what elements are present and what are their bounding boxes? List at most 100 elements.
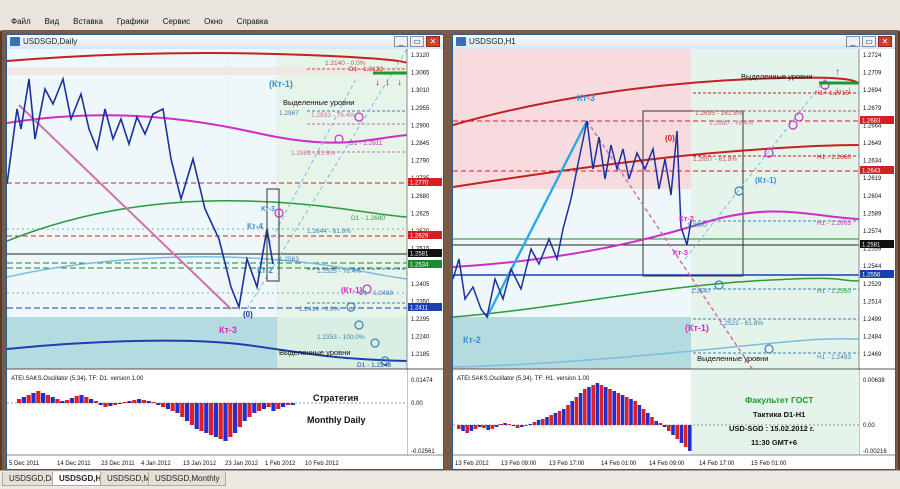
chart-tab[interactable]: USDSGD,Monthly xyxy=(148,472,227,486)
down-arrow-icon: ↓ xyxy=(385,77,390,88)
price-tag-label: 1.2411 xyxy=(410,306,429,312)
price-scale-label: 1.2724 xyxy=(863,53,882,59)
histogram-bar xyxy=(520,425,524,427)
histogram-bar xyxy=(490,425,495,429)
histogram-bar xyxy=(31,393,36,403)
histogram-bar xyxy=(185,403,190,421)
price-scale-label: 1.2240 xyxy=(411,335,430,341)
plot-area-daily[interactable]: ↓ ↓ ↓ 1.3140 - 0.0% D1 - 1.3132 1.2967 1… xyxy=(6,48,443,469)
price-scale-label: 1.2529 xyxy=(863,282,882,288)
price-scale-label: 1.2634 xyxy=(863,159,882,165)
price-scale-label: 1.3010 xyxy=(411,88,430,94)
chart-window-h1[interactable]: USDSGD,H1 _ ▭ ✕ ↑ ↓ ↓ ↓ H1 - 1.2715 1.26… xyxy=(452,34,896,470)
minimize-button[interactable]: _ xyxy=(394,36,408,47)
level-label: D1 - 1.3132 xyxy=(349,66,383,73)
histogram-bar xyxy=(641,409,646,425)
menu-item[interactable]: Сервис xyxy=(156,16,197,28)
histogram-bar xyxy=(26,395,31,403)
histogram-bar xyxy=(189,403,194,425)
wave-label: Кт-2 xyxy=(679,214,694,223)
level-label: 1.2695 - 161.8% xyxy=(695,110,743,117)
histogram-bar xyxy=(252,403,257,413)
histogram-bar xyxy=(180,403,185,417)
histogram-bar xyxy=(515,425,520,428)
menu-item[interactable]: Окно xyxy=(197,16,230,28)
chart-window-daily[interactable]: USDSGD,Daily _ ▭ ✕ ↓ ↓ ↓ 1.3140 - 0.0% D… xyxy=(6,34,444,470)
histogram-bar xyxy=(204,403,209,433)
wave-label: (Кт-1) xyxy=(341,286,363,295)
menu-item[interactable]: Вид xyxy=(38,16,66,28)
chart-window-icon xyxy=(10,37,20,46)
price-scale-label: 1.2484 xyxy=(863,335,882,341)
time-axis-label: 10 Feb 2012 xyxy=(305,461,339,467)
histogram-bar xyxy=(562,409,566,425)
strategy-text: Стратегия xyxy=(313,393,358,403)
price-scale-label: 1.2694 xyxy=(863,88,882,94)
histogram-bar xyxy=(625,397,629,425)
level-label: H1 - 1.2715 xyxy=(815,90,849,97)
time-axis-label: 23 Dec 2011 xyxy=(101,461,135,467)
price-scale-label: 1.2619 xyxy=(863,176,882,182)
wave-label: Кт-4 xyxy=(247,222,263,231)
menu-item[interactable]: Вставка xyxy=(66,16,110,28)
level-label: D1 - 1.2690 xyxy=(351,215,385,222)
price-scale-label: 1.2680 xyxy=(411,194,430,200)
menu-item[interactable]: Справка xyxy=(230,16,275,28)
menu-item[interactable]: Графики xyxy=(110,16,156,28)
level-label: 1.2933 - 76.4% xyxy=(311,112,355,119)
histogram-bar xyxy=(541,419,545,425)
price-tag-label: 1.2581 xyxy=(862,243,881,249)
histogram-bar xyxy=(646,413,650,425)
price-scale-label: 1.3120 xyxy=(411,53,430,59)
histogram-bar xyxy=(74,396,79,403)
histogram-bar xyxy=(473,425,478,429)
price-scale-label: 1.2604 xyxy=(863,194,882,200)
histogram-bar xyxy=(285,403,290,405)
time-axis-label: 5 Dec 2011 xyxy=(9,461,40,467)
window-titlebar-h1[interactable]: USDSGD,H1 _ ▭ ✕ xyxy=(453,35,895,50)
chart-window-icon xyxy=(456,37,466,46)
histogram-bar xyxy=(679,425,684,443)
level-label: H1 - 1.2660 xyxy=(817,154,851,161)
histogram-bar xyxy=(553,413,558,425)
histogram-bar xyxy=(570,401,574,425)
histogram-bar xyxy=(84,397,89,403)
restore-button[interactable]: ▭ xyxy=(410,36,424,47)
mdi-client-area: USDSGD,Daily _ ▭ ✕ ↓ ↓ ↓ 1.3140 - 0.0% D… xyxy=(2,30,898,470)
histogram-bar xyxy=(482,425,486,428)
close-button[interactable]: ✕ xyxy=(426,36,440,47)
histogram-bar xyxy=(218,403,223,439)
daily-chart-svg[interactable]: ↓ ↓ ↓ 1.3140 - 0.0% D1 - 1.3132 1.2967 1… xyxy=(6,48,443,469)
window-titlebar-daily[interactable]: USDSGD,Daily _ ▭ ✕ xyxy=(7,35,443,50)
menu-items: Файл Вид Вставка Графики Сервис Окно Справка xyxy=(4,16,275,28)
h1-chart-svg[interactable]: ↑ ↓ ↓ ↓ H1 - 1.2715 1.2695 - 161.8% 1.26… xyxy=(452,49,895,469)
histogram-bar xyxy=(595,383,600,425)
histogram-bar xyxy=(591,385,595,425)
minimize-button[interactable]: _ xyxy=(846,36,860,47)
histogram-bar xyxy=(117,403,122,404)
plot-area-h1[interactable]: ↑ ↓ ↓ ↓ H1 - 1.2715 1.2695 - 161.8% 1.26… xyxy=(452,49,895,469)
menu-item[interactable]: Файл xyxy=(4,16,38,28)
level-label: 1.2414 - 0.0% xyxy=(299,306,340,313)
level-label: 1.2680 - 76.4% xyxy=(709,120,753,127)
level-label: 1.2522 - 61.8% xyxy=(719,320,763,327)
histogram-bar xyxy=(223,403,228,441)
histogram-bar xyxy=(578,393,583,425)
time-axis-label: 14 Feb 09:00 xyxy=(649,461,685,467)
annotation-text: Выделенные уровни xyxy=(697,354,769,363)
close-button[interactable]: ✕ xyxy=(878,36,892,47)
level-label: D1 - 1.2911 xyxy=(349,140,383,147)
restore-button[interactable]: ▭ xyxy=(862,36,876,47)
histogram-bar xyxy=(146,401,151,403)
histogram-bar xyxy=(574,397,579,425)
level-label: 1.2600 xyxy=(687,222,707,229)
histogram-bar xyxy=(98,403,103,405)
histogram-bar xyxy=(281,403,286,407)
histogram-bar xyxy=(132,400,137,403)
histogram-bar xyxy=(524,425,528,426)
histogram-bar xyxy=(499,424,503,425)
wave-label: Кт-2 xyxy=(257,266,273,275)
date-text: USD-SGD : 15.02.2012 г. xyxy=(729,424,814,433)
price-tag-label: 1.2556 xyxy=(862,273,881,279)
histogram-bar xyxy=(89,399,94,403)
